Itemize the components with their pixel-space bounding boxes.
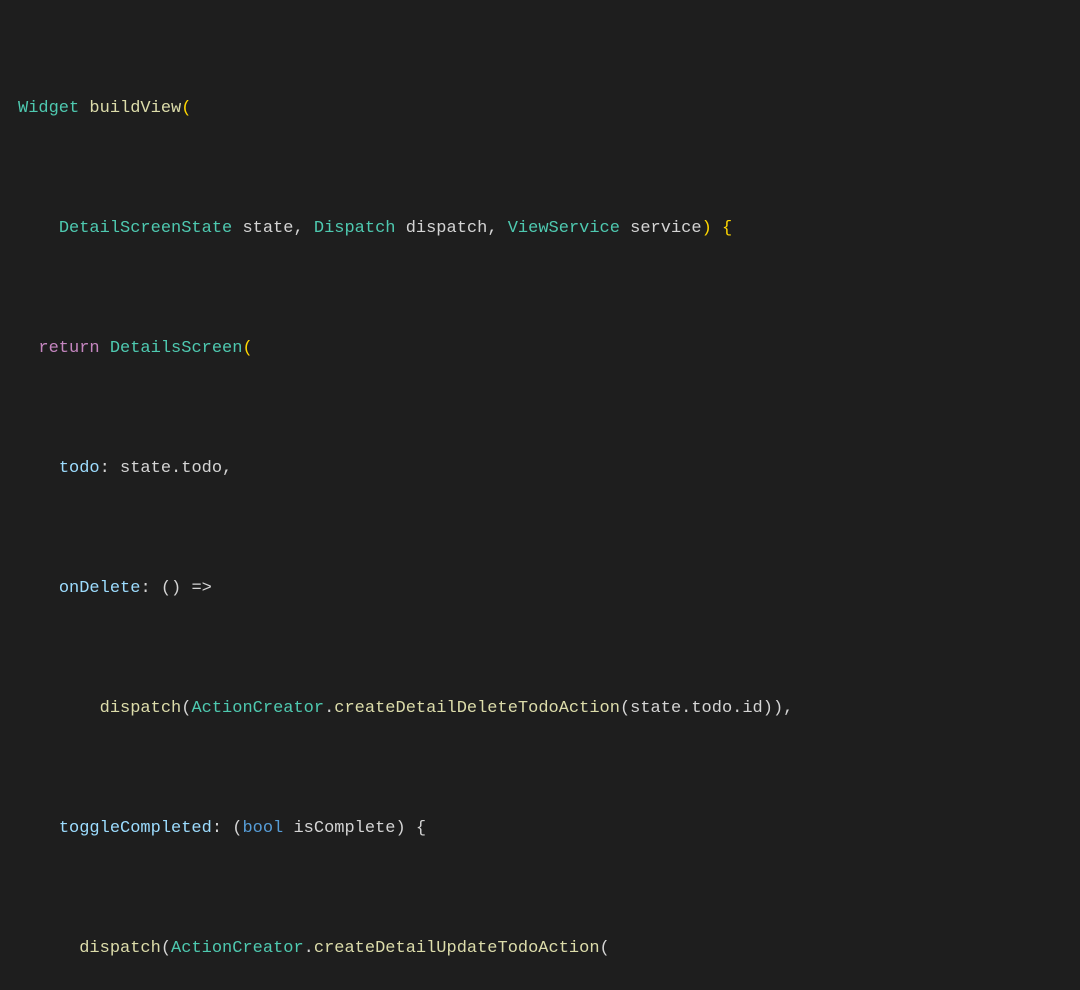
punc: )),	[763, 699, 794, 718]
param: state	[242, 219, 293, 238]
class-name: ActionCreator	[191, 699, 324, 718]
param: service	[630, 219, 701, 238]
code-line[interactable]: dispatch(ActionCreator.createDetailUpdat…	[18, 934, 1080, 964]
code-line[interactable]: return DetailsScreen(	[18, 334, 1080, 364]
code-line[interactable]: Widget buildView(	[18, 94, 1080, 124]
punc: : (	[212, 819, 243, 838]
function-name: buildView	[89, 99, 181, 118]
paren: (	[242, 339, 252, 358]
lambda: () =>	[161, 579, 212, 598]
paren: ) {	[702, 219, 733, 238]
call: dispatch	[79, 939, 161, 958]
code-line[interactable]: onDelete: () =>	[18, 574, 1080, 604]
type-token: Dispatch	[314, 219, 396, 238]
call: dispatch	[100, 699, 182, 718]
punc: ) {	[396, 819, 427, 838]
paren: (	[181, 99, 191, 118]
code-line[interactable]: todo: state.todo,	[18, 454, 1080, 484]
type-keyword: bool	[242, 819, 283, 838]
arg: state.todo.id	[630, 699, 763, 718]
code-area[interactable]: Widget buildView( DetailScreenState stat…	[0, 4, 1080, 990]
keyword: return	[38, 339, 99, 358]
type-token: DetailScreenState	[59, 219, 232, 238]
named-arg: onDelete	[59, 579, 141, 598]
code-editor[interactable]: Widget buildView( DetailScreenState stat…	[0, 0, 1080, 990]
code-line[interactable]: dispatch(ActionCreator.createDetailDelet…	[18, 694, 1080, 724]
named-arg: todo	[59, 459, 100, 478]
param: isComplete	[293, 819, 395, 838]
code-line[interactable]: DetailScreenState state, Dispatch dispat…	[18, 214, 1080, 244]
method: createDetailUpdateTodoAction	[314, 939, 600, 958]
code-line[interactable]: toggleCompleted: (bool isComplete) {	[18, 814, 1080, 844]
param: dispatch	[406, 219, 488, 238]
type-token: ViewService	[508, 219, 620, 238]
paren: (	[600, 939, 610, 958]
expr: state.todo,	[120, 459, 232, 478]
class-name: ActionCreator	[171, 939, 304, 958]
method: createDetailDeleteTodoAction	[334, 699, 620, 718]
named-arg: toggleCompleted	[59, 819, 212, 838]
type-token: Widget	[18, 99, 79, 118]
class-name: DetailsScreen	[110, 339, 243, 358]
